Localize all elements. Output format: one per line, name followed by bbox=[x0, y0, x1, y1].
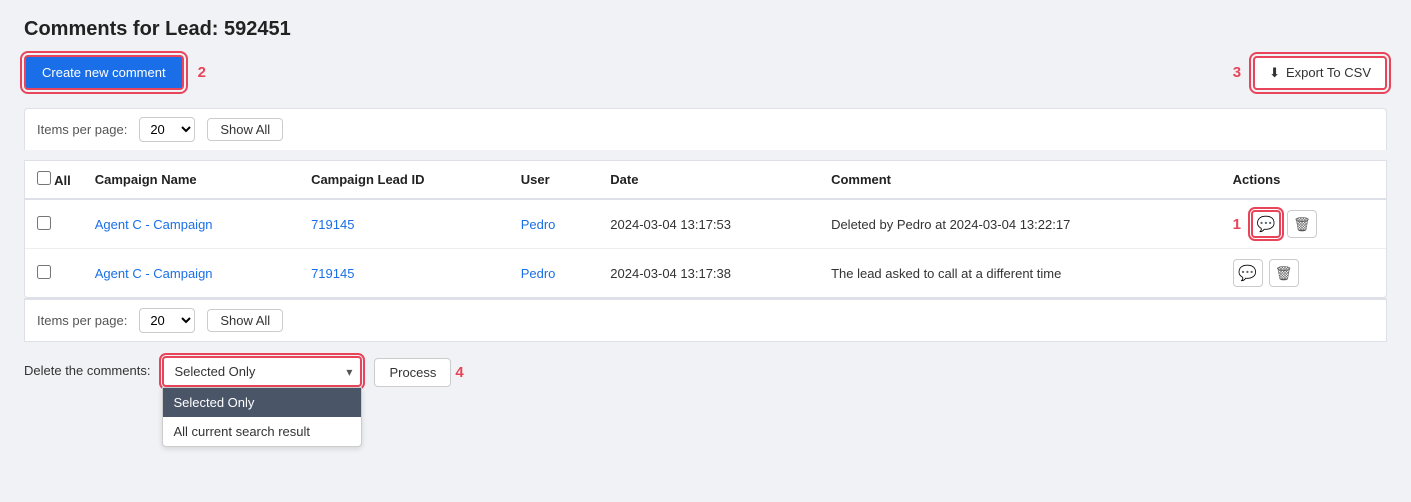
badge-3: 3 bbox=[1233, 64, 1241, 81]
row2-campaign-name: Agent C - Campaign bbox=[83, 249, 299, 298]
row2-date: 2024-03-04 13:17:38 bbox=[598, 249, 819, 298]
export-csv-button[interactable]: ⬇ Export To CSV bbox=[1253, 56, 1387, 90]
row2-actions-cell: 💬 🗑 bbox=[1233, 259, 1374, 287]
delete-dropdown-menu: Selected Only All current search result bbox=[162, 387, 362, 447]
export-label: Export To CSV bbox=[1286, 65, 1371, 80]
row1-user-link[interactable]: Pedro bbox=[521, 217, 556, 232]
items-per-page-label-bottom: Items per page: bbox=[37, 313, 127, 328]
column-header-date: Date bbox=[598, 161, 819, 199]
row1-delete-button[interactable]: 🗑 bbox=[1287, 210, 1317, 238]
row2-delete-button[interactable]: 🗑 bbox=[1269, 259, 1299, 287]
table-row: Agent C - Campaign 719145 Pedro 2024-03-… bbox=[25, 199, 1386, 249]
delete-icon: 🗑 bbox=[1275, 265, 1293, 282]
row2-campaign-link[interactable]: Agent C - Campaign bbox=[95, 266, 213, 281]
row1-campaign-lead-id: 719145 bbox=[299, 199, 509, 249]
pagination-top: Items per page: 20 50 100 Show All bbox=[24, 108, 1387, 150]
badge-2: 2 bbox=[198, 64, 206, 81]
row1-comment-button[interactable]: 💬 bbox=[1251, 210, 1281, 238]
column-header-actions: Actions bbox=[1221, 161, 1386, 199]
top-bar: Create new comment 2 3 ⬇ Export To CSV bbox=[24, 55, 1387, 90]
row1-actions-cell: 1 💬 🗑 bbox=[1233, 210, 1374, 238]
row2-checkbox[interactable] bbox=[37, 265, 51, 279]
page-title: Comments for Lead: 592451 bbox=[24, 18, 1387, 41]
row2-comment-button[interactable]: 💬 bbox=[1233, 259, 1263, 287]
column-header-campaign-lead-id: Campaign Lead ID bbox=[299, 161, 509, 199]
row1-comment: Deleted by Pedro at 2024-03-04 13:22:17 bbox=[819, 199, 1221, 249]
items-per-page-label-top: Items per page: bbox=[37, 122, 127, 137]
column-header-comment: Comment bbox=[819, 161, 1221, 199]
badge-1: 1 bbox=[1233, 216, 1241, 233]
table-header-row: All Campaign Name Campaign Lead ID User … bbox=[25, 161, 1386, 199]
dropdown-option-selected-only[interactable]: Selected Only bbox=[163, 388, 361, 417]
row2-actions: 💬 🗑 bbox=[1221, 249, 1386, 298]
row2-user-link[interactable]: Pedro bbox=[521, 266, 556, 281]
row2-comment: The lead asked to call at a different ti… bbox=[819, 249, 1221, 298]
row2-checkbox-cell bbox=[25, 249, 83, 298]
comment-icon: 💬 bbox=[1257, 215, 1276, 233]
export-area: 3 ⬇ Export To CSV bbox=[1233, 56, 1387, 90]
pagination-bottom: Items per page: 20 50 100 Show All bbox=[24, 298, 1387, 342]
badge-4: 4 bbox=[455, 362, 463, 381]
row1-user: Pedro bbox=[509, 199, 599, 249]
export-down-icon: ⬇ bbox=[1269, 65, 1280, 81]
delete-label: Delete the comments: bbox=[24, 356, 150, 378]
table-row: Agent C - Campaign 719145 Pedro 2024-03-… bbox=[25, 249, 1386, 298]
top-left: Create new comment 2 bbox=[24, 55, 206, 90]
delete-section: Delete the comments: Selected Only ▾ Sel… bbox=[24, 356, 1387, 387]
delete-dropdown-area: Selected Only ▾ Selected Only All curren… bbox=[162, 356, 362, 387]
process-button[interactable]: Process bbox=[374, 358, 451, 387]
dropdown-option-all-search[interactable]: All current search result bbox=[163, 417, 361, 446]
per-page-select-bottom[interactable]: 20 50 100 bbox=[139, 308, 195, 333]
per-page-select-top[interactable]: 20 50 100 bbox=[139, 117, 195, 142]
select-all-checkbox[interactable] bbox=[37, 171, 51, 185]
process-area: Process 4 bbox=[374, 356, 463, 387]
comment-icon: 💬 bbox=[1238, 264, 1257, 282]
column-header-user: User bbox=[509, 161, 599, 199]
row1-checkbox-cell bbox=[25, 199, 83, 249]
show-all-button-top[interactable]: Show All bbox=[207, 118, 283, 141]
column-header-campaign-name: Campaign Name bbox=[83, 161, 299, 199]
column-header-checkbox: All bbox=[25, 161, 83, 199]
comments-table-wrapper: All Campaign Name Campaign Lead ID User … bbox=[24, 160, 1387, 298]
delete-icon: 🗑 bbox=[1293, 216, 1311, 233]
row2-campaign-lead-id: 719145 bbox=[299, 249, 509, 298]
row1-date: 2024-03-04 13:17:53 bbox=[598, 199, 819, 249]
row1-campaign-link[interactable]: Agent C - Campaign bbox=[95, 217, 213, 232]
row2-user: Pedro bbox=[509, 249, 599, 298]
show-all-button-bottom[interactable]: Show All bbox=[207, 309, 283, 332]
delete-dropdown-display[interactable]: Selected Only bbox=[162, 356, 362, 387]
row2-lead-id-link[interactable]: 719145 bbox=[311, 266, 354, 281]
row1-campaign-name: Agent C - Campaign bbox=[83, 199, 299, 249]
row1-lead-id-link[interactable]: 719145 bbox=[311, 217, 354, 232]
row1-checkbox[interactable] bbox=[37, 216, 51, 230]
comments-table: All Campaign Name Campaign Lead ID User … bbox=[25, 161, 1386, 297]
delete-dropdown-wrapper: Selected Only ▾ Selected Only All curren… bbox=[162, 356, 362, 387]
create-comment-button[interactable]: Create new comment bbox=[24, 55, 184, 90]
row1-actions: 1 💬 🗑 bbox=[1221, 199, 1386, 249]
